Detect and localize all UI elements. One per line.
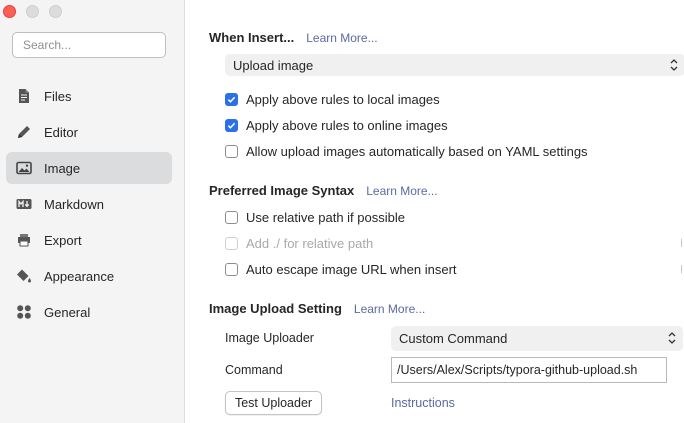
checkbox: [225, 236, 238, 250]
syntax-section-title: Preferred Image Syntax Learn More...: [209, 183, 438, 198]
sidebar-item-image[interactable]: Image: [6, 152, 172, 184]
sidebar-item-label: Markdown: [44, 196, 104, 212]
files-icon: [16, 88, 32, 104]
sidebar-item-general[interactable]: General: [6, 296, 172, 328]
command-label: Command: [225, 363, 283, 377]
sidebar-item-editor[interactable]: Editor: [6, 116, 172, 148]
sidebar-item-export[interactable]: Export: [6, 224, 172, 256]
dot-slash-option: Add ./ for relative path: [225, 234, 373, 252]
insert-learn-more-link[interactable]: Learn More...: [306, 31, 377, 45]
upload-learn-more-link[interactable]: Learn More...: [354, 302, 425, 316]
online-images-option[interactable]: Apply above rules to online images: [225, 116, 448, 134]
relative-path-option[interactable]: Use relative path if possible: [225, 208, 405, 226]
command-input[interactable]: [391, 357, 667, 383]
syntax-learn-more-link[interactable]: Learn More...: [366, 184, 437, 198]
checkbox[interactable]: [225, 92, 238, 106]
checkbox[interactable]: [225, 262, 238, 276]
checkbox-label: Apply above rules to online images: [246, 117, 448, 133]
checkbox[interactable]: [225, 210, 238, 224]
chevron-up-down-icon: [670, 59, 678, 71]
window-controls: [3, 5, 62, 18]
checkbox-label: Auto escape image URL when insert: [246, 261, 457, 277]
zoom-window-button[interactable]: [49, 5, 62, 18]
chevron-up-down-icon: [668, 332, 676, 344]
upload-section-title: Image Upload Setting Learn More...: [209, 301, 425, 316]
section-heading: Image Upload Setting: [209, 301, 342, 316]
checkbox[interactable]: [225, 118, 238, 132]
sidebar-item-markdown[interactable]: Markdown: [6, 188, 172, 220]
insert-section-title: When Insert... Learn More...: [209, 30, 378, 45]
close-window-button[interactable]: [3, 5, 16, 18]
sidebar-item-label: Export: [44, 232, 82, 248]
export-icon: [16, 232, 32, 248]
yaml-auto-upload-option[interactable]: Allow upload images automatically based …: [225, 142, 588, 160]
sidebar-item-label: Editor: [44, 124, 78, 140]
checkbox[interactable]: [225, 144, 238, 158]
image-icon: [16, 160, 32, 176]
markdown-icon: [16, 196, 32, 212]
select-value: Custom Command: [399, 331, 508, 346]
auto-escape-option[interactable]: Auto escape image URL when insert: [225, 260, 457, 278]
checkbox-label: Add ./ for relative path: [246, 235, 374, 251]
paint-bucket-icon: [16, 268, 32, 284]
minimize-window-button[interactable]: [26, 5, 39, 18]
insert-action-select[interactable]: Upload image: [225, 54, 684, 76]
search-input[interactable]: [12, 32, 166, 58]
image-uploader-label: Image Uploader: [225, 331, 314, 345]
settings-panel: When Insert... Learn More... Upload imag…: [186, 0, 684, 423]
sidebar-item-files[interactable]: Files: [6, 80, 172, 112]
checkbox-label: Use relative path if possible: [246, 209, 405, 225]
image-uploader-select[interactable]: Custom Command: [391, 326, 683, 351]
sidebar-item-label: Files: [44, 88, 72, 104]
local-images-option[interactable]: Apply above rules to local images: [225, 90, 440, 108]
checkbox-label: Apply above rules to local images: [246, 91, 440, 107]
section-heading: When Insert...: [209, 30, 295, 45]
sidebar-item-appearance[interactable]: Appearance: [6, 260, 172, 292]
pencil-icon: [16, 124, 32, 140]
grid-icon: [16, 304, 32, 320]
sidebar-item-label: Image: [44, 160, 81, 176]
checkbox-label: Allow upload images automatically based …: [246, 143, 588, 159]
sidebar-item-label: Appearance: [44, 268, 115, 284]
instructions-link[interactable]: Instructions: [391, 396, 455, 410]
test-uploader-button[interactable]: Test Uploader: [225, 391, 322, 415]
sidebar-nav: Files Editor Image Markdown Export Appea…: [6, 80, 172, 332]
section-heading: Preferred Image Syntax: [209, 183, 355, 198]
sidebar-item-label: General: [44, 304, 91, 320]
select-value: Upload image: [233, 57, 314, 73]
sidebar: Files Editor Image Markdown Export: [0, 0, 185, 423]
